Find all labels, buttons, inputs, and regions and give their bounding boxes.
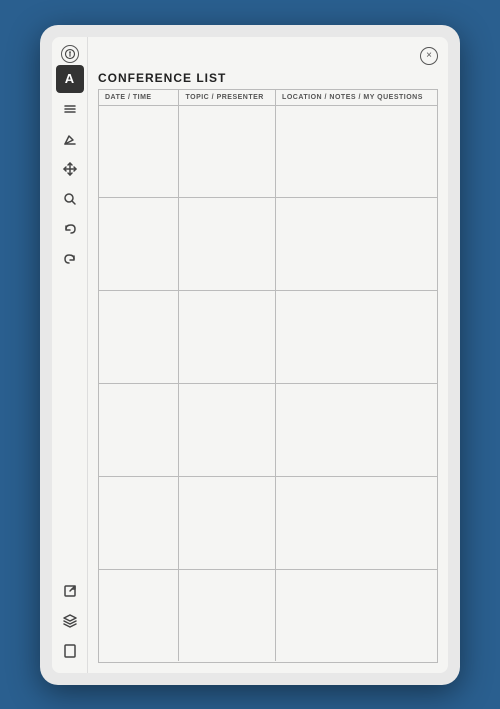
device: A: [40, 25, 460, 685]
table-row: [99, 384, 437, 477]
cell-date-6: [99, 570, 179, 662]
cell-date-2: [99, 198, 179, 290]
search-icon[interactable]: [56, 185, 84, 213]
sidebar: A: [52, 37, 88, 673]
cell-date-5: [99, 477, 179, 569]
cell-notes-5: [276, 477, 437, 569]
undo-icon[interactable]: [56, 215, 84, 243]
table-row: [99, 291, 437, 384]
col-header-topic: TOPIC / PRESENTER: [179, 90, 276, 105]
cell-notes-6: [276, 570, 437, 662]
cell-notes-3: [276, 291, 437, 383]
eraser-icon[interactable]: [56, 125, 84, 153]
cell-date-3: [99, 291, 179, 383]
cell-topic-5: [179, 477, 276, 569]
cell-date-4: [99, 384, 179, 476]
table-row: [99, 477, 437, 570]
main-content: × CONFERENCE LIST DATE / TIME TOPIC / PR…: [88, 37, 448, 673]
conference-table: DATE / TIME TOPIC / PRESENTER LOCATION /…: [98, 89, 438, 663]
table-body: [99, 106, 437, 662]
cell-notes-4: [276, 384, 437, 476]
cell-topic-2: [179, 198, 276, 290]
cell-notes-2: [276, 198, 437, 290]
col-header-date: DATE / TIME: [99, 90, 179, 105]
table-row: [99, 106, 437, 199]
move-icon[interactable]: [56, 155, 84, 183]
layers-icon[interactable]: [56, 607, 84, 635]
redo-icon[interactable]: [56, 245, 84, 273]
top-bar: ×: [98, 47, 438, 65]
menu-icon[interactable]: [56, 95, 84, 123]
close-icon[interactable]: ×: [420, 47, 438, 65]
page-icon[interactable]: [56, 637, 84, 665]
table-row: [99, 570, 437, 662]
col-header-notes: LOCATION / NOTES / MY QUESTIONS: [276, 90, 437, 105]
table-row: [99, 198, 437, 291]
cell-notes-1: [276, 106, 437, 198]
export-icon[interactable]: [56, 577, 84, 605]
cell-topic-4: [179, 384, 276, 476]
text-tool-icon[interactable]: A: [56, 65, 84, 93]
cell-topic-3: [179, 291, 276, 383]
cell-topic-1: [179, 106, 276, 198]
cell-topic-6: [179, 570, 276, 662]
info-icon[interactable]: [61, 45, 79, 63]
device-inner: A: [52, 37, 448, 673]
table-header: DATE / TIME TOPIC / PRESENTER LOCATION /…: [99, 90, 437, 106]
cell-date-1: [99, 106, 179, 198]
page-title: CONFERENCE LIST: [98, 71, 438, 85]
